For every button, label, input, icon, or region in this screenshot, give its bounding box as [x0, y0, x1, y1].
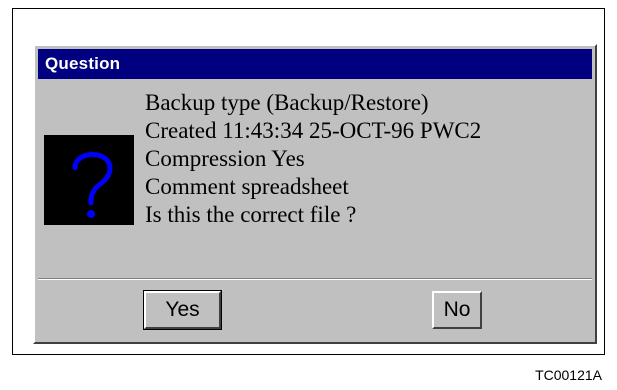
no-button-label: No [443, 298, 471, 321]
message-line-question: Is this the correct file ? [145, 202, 357, 227]
dialog-titlebar[interactable]: Question [38, 49, 592, 79]
question-mark-glyph [72, 152, 113, 218]
dialog-message: Backup type (Backup/Restore) Created 11:… [145, 89, 595, 229]
question-dialog: Question Backup type (Backup/Restore) Cr… [33, 44, 597, 344]
message-line-comment: Comment spreadsheet [145, 174, 349, 199]
message-line-created: Created 11:43:34 25-OCT-96 PWC2 [145, 118, 482, 143]
no-button[interactable]: No [432, 291, 482, 329]
figure-id-label: TC00121A [535, 367, 602, 383]
button-area-divider-highlight [38, 279, 592, 280]
yes-button[interactable]: Yes [143, 290, 222, 330]
message-line-compression: Compression Yes [145, 146, 305, 171]
message-line-backup-type: Backup type (Backup/Restore) [145, 90, 429, 115]
dialog-title: Question [45, 54, 121, 73]
yes-button-label: Yes [165, 298, 200, 321]
question-mark-icon [44, 135, 134, 225]
